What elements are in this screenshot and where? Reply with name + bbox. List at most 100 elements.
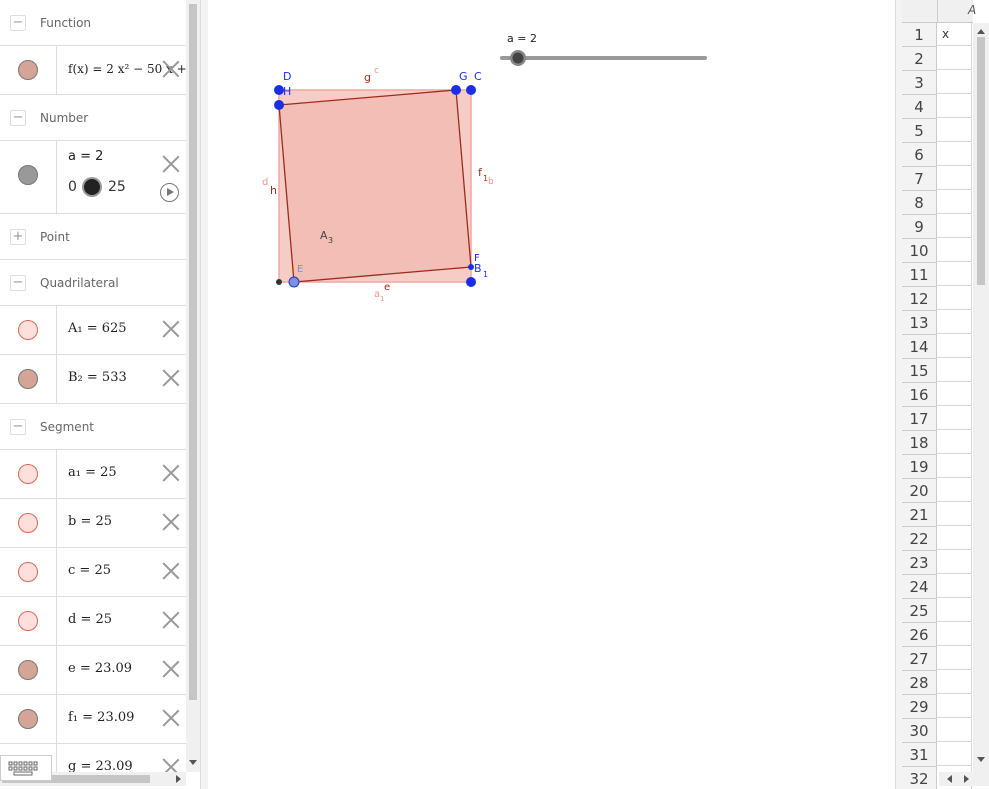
visibility-toggle[interactable] <box>18 709 38 729</box>
algebra-item-e[interactable]: e = 23.09 <box>0 646 186 695</box>
point-E[interactable] <box>288 276 300 288</box>
sheet-corner[interactable] <box>902 0 938 23</box>
row-header[interactable]: 29 <box>902 695 937 719</box>
row-header[interactable]: 28 <box>902 671 937 695</box>
category-quadrilateral[interactable]: − Quadrilateral <box>0 260 186 306</box>
row-header[interactable]: 23 <box>902 551 937 575</box>
visibility-toggle[interactable] <box>18 513 38 533</box>
row-header[interactable]: 11 <box>902 263 937 287</box>
sheet-cell[interactable] <box>937 551 972 574</box>
delete-icon[interactable] <box>162 60 180 78</box>
column-header-A[interactable]: A <box>938 0 976 23</box>
algebra-item-a[interactable]: a = 2 0 25 <box>0 141 186 214</box>
slider-knob[interactable] <box>84 179 100 195</box>
delete-icon[interactable] <box>162 709 180 727</box>
visibility-toggle[interactable] <box>18 660 38 680</box>
algebra-item-d[interactable]: d = 25 <box>0 597 186 646</box>
sheet-cell[interactable] <box>937 599 972 622</box>
row-header[interactable]: 15 <box>902 359 937 383</box>
sheet-hscrollbar[interactable] <box>939 772 989 786</box>
keyboard-icon[interactable] <box>0 755 52 781</box>
delete-icon[interactable] <box>162 320 180 338</box>
delete-icon[interactable] <box>162 155 180 173</box>
row-header[interactable]: 17 <box>902 407 937 431</box>
sheet-cell[interactable] <box>937 527 972 550</box>
point-H[interactable] <box>274 100 284 110</box>
sheet-cell[interactable] <box>937 311 972 334</box>
row-header[interactable]: 25 <box>902 599 937 623</box>
row-header[interactable]: 32 <box>902 767 937 789</box>
sheet-cell[interactable] <box>937 47 972 70</box>
row-header[interactable]: 22 <box>902 527 937 551</box>
sheet-cell[interactable] <box>937 647 972 670</box>
algebra-item-c[interactable]: c = 25 <box>0 548 186 597</box>
row-header[interactable]: 27 <box>902 647 937 671</box>
row-header[interactable]: 10 <box>902 239 937 263</box>
sheet-cell[interactable] <box>937 671 972 694</box>
sheet-cell[interactable] <box>937 575 972 598</box>
sheet-cell[interactable] <box>937 239 972 262</box>
sheet-cell[interactable] <box>937 479 972 502</box>
category-number[interactable]: − Number <box>0 95 186 141</box>
sheet-cell[interactable] <box>937 383 972 406</box>
sheet-cell[interactable] <box>937 455 972 478</box>
algebra-item-b[interactable]: b = 25 <box>0 499 186 548</box>
sheet-cell[interactable] <box>937 215 972 238</box>
category-segment[interactable]: − Segment <box>0 404 186 450</box>
row-header[interactable]: 3 <box>902 71 937 95</box>
visibility-toggle[interactable] <box>18 611 38 631</box>
sheet-cell[interactable] <box>937 167 972 190</box>
visibility-toggle[interactable] <box>18 165 38 185</box>
collapse-icon[interactable]: − <box>10 15 26 31</box>
row-header[interactable]: 21 <box>902 503 937 527</box>
sheet-cell[interactable] <box>937 623 972 646</box>
row-header[interactable]: 9 <box>902 215 937 239</box>
sheet-cell[interactable] <box>937 359 972 382</box>
row-header[interactable]: 7 <box>902 167 937 191</box>
expand-icon[interactable]: + <box>10 229 26 245</box>
sheet-cell[interactable] <box>937 503 972 526</box>
sheet-cell[interactable] <box>937 263 972 286</box>
category-point[interactable]: + Point <box>0 214 186 260</box>
category-function[interactable]: − Function <box>0 0 186 46</box>
row-header[interactable]: 24 <box>902 575 937 599</box>
row-header[interactable]: 19 <box>902 455 937 479</box>
slider-knob[interactable] <box>512 52 524 64</box>
sheet-cell[interactable] <box>937 95 972 118</box>
row-header[interactable]: 8 <box>902 191 937 215</box>
sheet-cell[interactable]: x <box>937 23 972 46</box>
quadrilateral-B2[interactable] <box>278 89 472 283</box>
row-header[interactable]: 30 <box>902 719 937 743</box>
algebra-item-f[interactable]: f(x) = 2 x² − 50 x + <box>0 46 186 95</box>
play-icon[interactable] <box>160 183 179 202</box>
row-header[interactable]: 20 <box>902 479 937 503</box>
point-C[interactable] <box>466 85 476 95</box>
delete-icon[interactable] <box>162 660 180 678</box>
visibility-toggle[interactable] <box>18 60 38 80</box>
row-header[interactable]: 6 <box>902 143 937 167</box>
sheet-cell[interactable] <box>937 71 972 94</box>
row-header[interactable]: 26 <box>902 623 937 647</box>
sheet-cell[interactable] <box>937 695 972 718</box>
row-header[interactable]: 12 <box>902 287 937 311</box>
visibility-toggle[interactable] <box>18 464 38 484</box>
point-B1[interactable] <box>466 277 476 287</box>
sheet-cell[interactable] <box>937 287 972 310</box>
sheet-cell[interactable] <box>937 335 972 358</box>
sheet-cell[interactable] <box>937 743 972 766</box>
algebra-item-B2[interactable]: B₂ = 533 <box>0 355 186 404</box>
graphics-view[interactable]: a = 2 D H G C g c d h f 1 b A 3 E F B 1 … <box>208 0 895 789</box>
sheet-cell[interactable] <box>937 119 972 142</box>
algebra-item-f1[interactable]: f₁ = 23.09 <box>0 695 186 744</box>
row-header[interactable]: 16 <box>902 383 937 407</box>
algebra-scrollbar[interactable] <box>186 0 200 772</box>
row-header[interactable]: 1 <box>902 23 937 47</box>
row-header[interactable]: 13 <box>902 311 937 335</box>
delete-icon[interactable] <box>162 758 180 772</box>
point-A[interactable] <box>276 279 282 285</box>
sheet-cell[interactable] <box>937 431 972 454</box>
delete-icon[interactable] <box>162 611 180 629</box>
row-header[interactable]: 5 <box>902 119 937 143</box>
point-G[interactable] <box>451 85 461 95</box>
collapse-icon[interactable]: − <box>10 110 26 126</box>
